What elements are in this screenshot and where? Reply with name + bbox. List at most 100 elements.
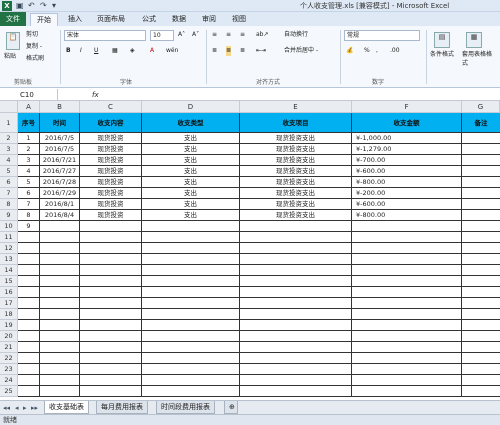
table-cell[interactable] bbox=[462, 155, 500, 166]
table-cell[interactable] bbox=[142, 320, 240, 331]
table-cell[interactable]: 2016/7/29 bbox=[40, 188, 80, 199]
undo-icon[interactable]: ↶ bbox=[28, 1, 35, 11]
cut-button[interactable]: 剪切 bbox=[26, 30, 38, 40]
table-cell[interactable] bbox=[18, 232, 40, 243]
table-cell[interactable] bbox=[142, 298, 240, 309]
table-cell[interactable]: 2016/7/5 bbox=[40, 144, 80, 155]
table-cell[interactable]: 现货投资支出 bbox=[240, 144, 352, 155]
table-cell[interactable] bbox=[40, 287, 80, 298]
table-cell[interactable] bbox=[18, 309, 40, 320]
column-header-f[interactable]: F bbox=[352, 101, 462, 113]
table-cell[interactable] bbox=[462, 309, 500, 320]
table-cell[interactable] bbox=[352, 276, 462, 287]
tab-formulas[interactable]: 公式 bbox=[136, 13, 162, 26]
tab-page-layout[interactable]: 页面布局 bbox=[90, 13, 132, 26]
new-sheet-icon[interactable]: ⊕ bbox=[224, 401, 238, 414]
table-cell[interactable] bbox=[142, 331, 240, 342]
row-header[interactable]: 19 bbox=[0, 320, 18, 331]
borders-icon[interactable]: ▦ bbox=[112, 46, 118, 56]
table-cell[interactable]: 7 bbox=[18, 199, 40, 210]
table-cell[interactable]: 支出 bbox=[142, 133, 240, 144]
table-header-cell[interactable]: 时间 bbox=[40, 113, 80, 133]
table-cell[interactable]: 现货投资 bbox=[80, 133, 142, 144]
tab-home[interactable]: 开始 bbox=[30, 13, 58, 26]
row-header[interactable]: 16 bbox=[0, 287, 18, 298]
table-cell[interactable] bbox=[462, 364, 500, 375]
table-cell[interactable]: 1 bbox=[18, 133, 40, 144]
align-middle-icon[interactable]: ≡ bbox=[226, 30, 231, 40]
indent-icon[interactable]: ⇤⇥ bbox=[256, 46, 266, 56]
table-cell[interactable]: 现货投资 bbox=[80, 144, 142, 155]
table-cell[interactable] bbox=[142, 254, 240, 265]
row-header[interactable]: 10 bbox=[0, 221, 18, 232]
table-cell[interactable] bbox=[462, 166, 500, 177]
table-cell[interactable] bbox=[18, 243, 40, 254]
font-size-select[interactable]: 10 bbox=[150, 30, 174, 41]
table-cell[interactable] bbox=[18, 342, 40, 353]
table-header-cell[interactable]: 备注 bbox=[462, 113, 500, 133]
row-header[interactable]: 25 bbox=[0, 386, 18, 397]
row-header[interactable]: 18 bbox=[0, 309, 18, 320]
bold-button[interactable]: B bbox=[66, 46, 71, 56]
table-cell[interactable]: 支出 bbox=[142, 177, 240, 188]
tab-review[interactable]: 审阅 bbox=[196, 13, 222, 26]
table-header-cell[interactable]: 收支金额 bbox=[352, 113, 462, 133]
table-cell[interactable] bbox=[40, 298, 80, 309]
number-format-select[interactable]: 常规 bbox=[344, 30, 420, 41]
table-cell[interactable] bbox=[80, 309, 142, 320]
table-cell[interactable] bbox=[240, 331, 352, 342]
table-cell[interactable] bbox=[142, 309, 240, 320]
table-cell[interactable] bbox=[142, 287, 240, 298]
table-cell[interactable] bbox=[40, 386, 80, 397]
align-left-icon[interactable]: ≣ bbox=[212, 46, 217, 56]
worksheet-grid[interactable]: A B C D E F G 1 序号 时间 收支内容 收支类型 收支项目 收支金额 备注 2 1 2016/7/5… bbox=[0, 101, 500, 400]
table-cell[interactable] bbox=[80, 232, 142, 243]
sheet-tab-0[interactable]: 收支基础表 bbox=[44, 401, 89, 414]
table-cell[interactable] bbox=[352, 309, 462, 320]
table-cell[interactable] bbox=[240, 276, 352, 287]
table-cell[interactable] bbox=[462, 298, 500, 309]
table-cell[interactable] bbox=[462, 199, 500, 210]
table-cell[interactable] bbox=[18, 386, 40, 397]
table-cell[interactable] bbox=[240, 254, 352, 265]
table-cell[interactable]: 现货投资 bbox=[80, 155, 142, 166]
table-cell[interactable] bbox=[18, 320, 40, 331]
table-cell[interactable] bbox=[18, 276, 40, 287]
table-cell[interactable] bbox=[352, 298, 462, 309]
quick-access-dropdown-icon[interactable]: ▾ bbox=[52, 1, 56, 11]
table-cell[interactable] bbox=[462, 188, 500, 199]
row-header[interactable]: 7 bbox=[0, 188, 18, 199]
table-cell[interactable] bbox=[352, 254, 462, 265]
table-cell[interactable] bbox=[40, 265, 80, 276]
table-cell[interactable]: 现货投资 bbox=[80, 199, 142, 210]
table-cell[interactable] bbox=[462, 353, 500, 364]
row-header[interactable]: 1 bbox=[0, 113, 18, 133]
table-cell[interactable]: ¥-800.00 bbox=[352, 177, 462, 188]
table-cell[interactable] bbox=[142, 221, 240, 232]
prev-sheet-icon[interactable]: ◂ bbox=[15, 402, 19, 414]
row-header[interactable]: 14 bbox=[0, 265, 18, 276]
comma-button[interactable]: , bbox=[376, 46, 378, 56]
column-header-b[interactable]: B bbox=[40, 101, 80, 113]
table-cell[interactable] bbox=[462, 144, 500, 155]
column-header-e[interactable]: E bbox=[240, 101, 352, 113]
column-header-d[interactable]: D bbox=[142, 101, 240, 113]
table-cell[interactable] bbox=[40, 353, 80, 364]
table-cell[interactable]: ¥-1,279.00 bbox=[352, 144, 462, 155]
table-cell[interactable] bbox=[18, 375, 40, 386]
table-cell[interactable] bbox=[240, 287, 352, 298]
table-cell[interactable]: ¥-800.00 bbox=[352, 210, 462, 221]
table-cell[interactable]: 2016/8/1 bbox=[40, 199, 80, 210]
row-header[interactable]: 6 bbox=[0, 177, 18, 188]
column-header-a[interactable]: A bbox=[18, 101, 40, 113]
table-cell[interactable] bbox=[462, 232, 500, 243]
font-color-icon[interactable]: A bbox=[150, 46, 154, 56]
table-cell[interactable] bbox=[240, 265, 352, 276]
table-cell[interactable]: 现货投资 bbox=[80, 188, 142, 199]
row-header[interactable]: 4 bbox=[0, 155, 18, 166]
table-header-cell[interactable]: 收支项目 bbox=[240, 113, 352, 133]
table-cell[interactable]: ¥-1,000.00 bbox=[352, 133, 462, 144]
table-cell[interactable] bbox=[240, 386, 352, 397]
table-cell[interactable] bbox=[142, 265, 240, 276]
table-cell[interactable] bbox=[352, 331, 462, 342]
